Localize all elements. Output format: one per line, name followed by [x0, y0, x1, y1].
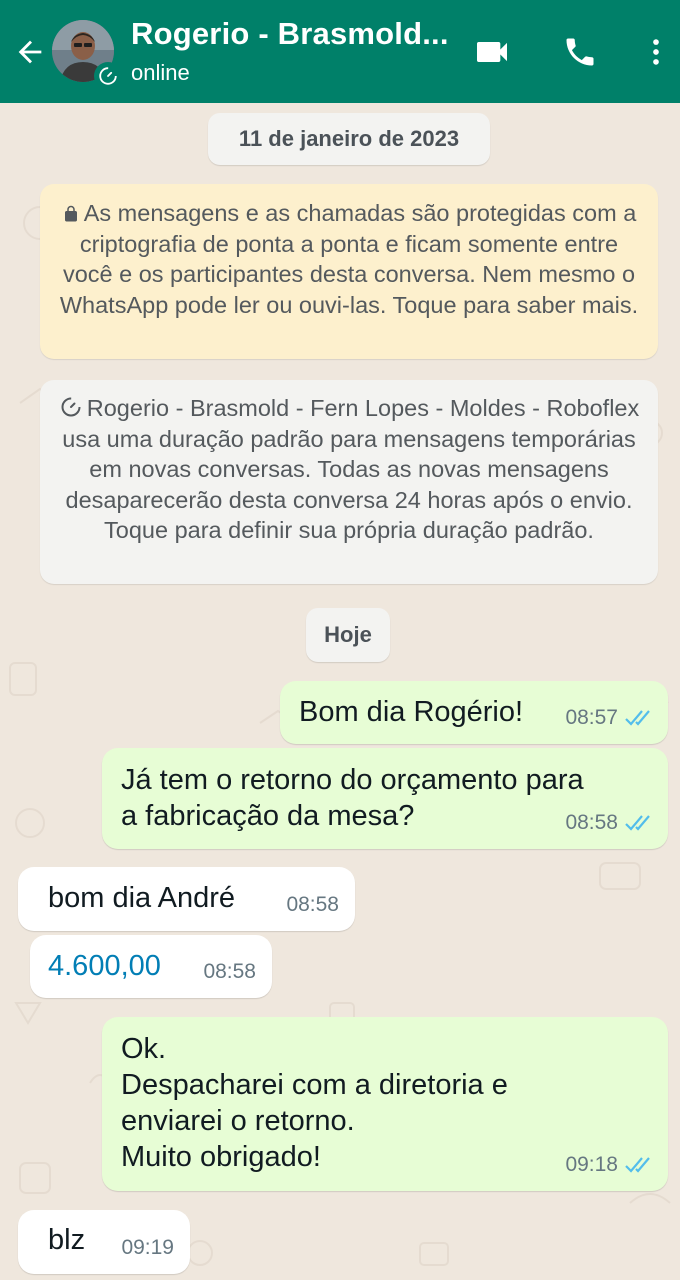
double-check-icon	[625, 710, 650, 726]
message-amount-link[interactable]: 4.600,00	[48, 948, 161, 984]
message-bubble-outgoing[interactable]: Ok. Despacharei com a diretoria e enviar…	[102, 1017, 668, 1191]
message-bubble-outgoing[interactable]: Bom dia Rogério! 08:57	[280, 681, 668, 744]
message-meta: 09:19	[121, 1230, 174, 1266]
more-options-button[interactable]	[634, 30, 678, 74]
back-button[interactable]	[8, 30, 52, 74]
phone-icon	[566, 38, 594, 66]
chat-header: Rogerio - Brasmold... online	[0, 0, 680, 103]
message-meta: 08:58	[286, 887, 339, 923]
voice-call-button[interactable]	[558, 30, 602, 74]
date-separator: 11 de janeiro de 2023	[208, 113, 490, 165]
lock-icon	[64, 205, 77, 222]
chat-area[interactable]: 11 de janeiro de 2023 As mensagens e as …	[0, 103, 680, 1280]
message-bubble-incoming[interactable]: 4.600,00 08:58	[30, 935, 272, 998]
double-check-icon	[625, 815, 650, 831]
contact-status: online	[131, 60, 190, 85]
double-check-icon	[625, 1157, 650, 1173]
message-time: 09:19	[121, 1236, 174, 1259]
message-bubble-incoming[interactable]: blz 09:19	[18, 1210, 190, 1274]
disappearing-timer-icon	[61, 397, 81, 417]
message-meta: 08:58	[565, 805, 654, 841]
encryption-notice[interactable]: As mensagens e as chamadas são protegida…	[40, 184, 658, 359]
message-time: 09:18	[565, 1153, 618, 1176]
video-call-button[interactable]	[470, 30, 514, 74]
encryption-notice-text: As mensagens e as chamadas são protegida…	[59, 200, 639, 318]
disappearing-timer-icon	[94, 62, 122, 90]
more-vert-icon	[653, 39, 659, 65]
back-arrow-icon	[18, 40, 42, 64]
message-text: Ok. Despacharei com a diretoria e enviar…	[121, 1033, 508, 1173]
message-text: bom dia André	[48, 882, 236, 914]
message-bubble-incoming[interactable]: bom dia André 08:58	[18, 867, 355, 931]
message-text: Já tem o retorno do orçamento para a fab…	[121, 764, 584, 832]
today-separator: Hoje	[306, 608, 390, 662]
contact-name[interactable]: Rogerio - Brasmold...	[131, 16, 451, 52]
message-time: 08:58	[203, 960, 256, 983]
message-time: 08:57	[565, 706, 618, 729]
message-text: Bom dia Rogério!	[299, 696, 524, 728]
message-meta: 09:18	[565, 1147, 654, 1183]
message-bubble-outgoing[interactable]: Já tem o retorno do orçamento para a fab…	[102, 748, 668, 849]
video-call-icon	[477, 42, 507, 62]
message-text: blz	[48, 1224, 86, 1256]
message-time: 08:58	[565, 811, 618, 834]
message-meta: 08:58	[203, 954, 256, 990]
disappearing-messages-notice[interactable]: Rogerio - Brasmold - Fern Lopes - Moldes…	[40, 380, 658, 584]
message-meta: 08:57	[565, 700, 654, 736]
disappearing-notice-text: Rogerio - Brasmold - Fern Lopes - Moldes…	[62, 395, 640, 543]
message-time: 08:58	[286, 893, 339, 916]
